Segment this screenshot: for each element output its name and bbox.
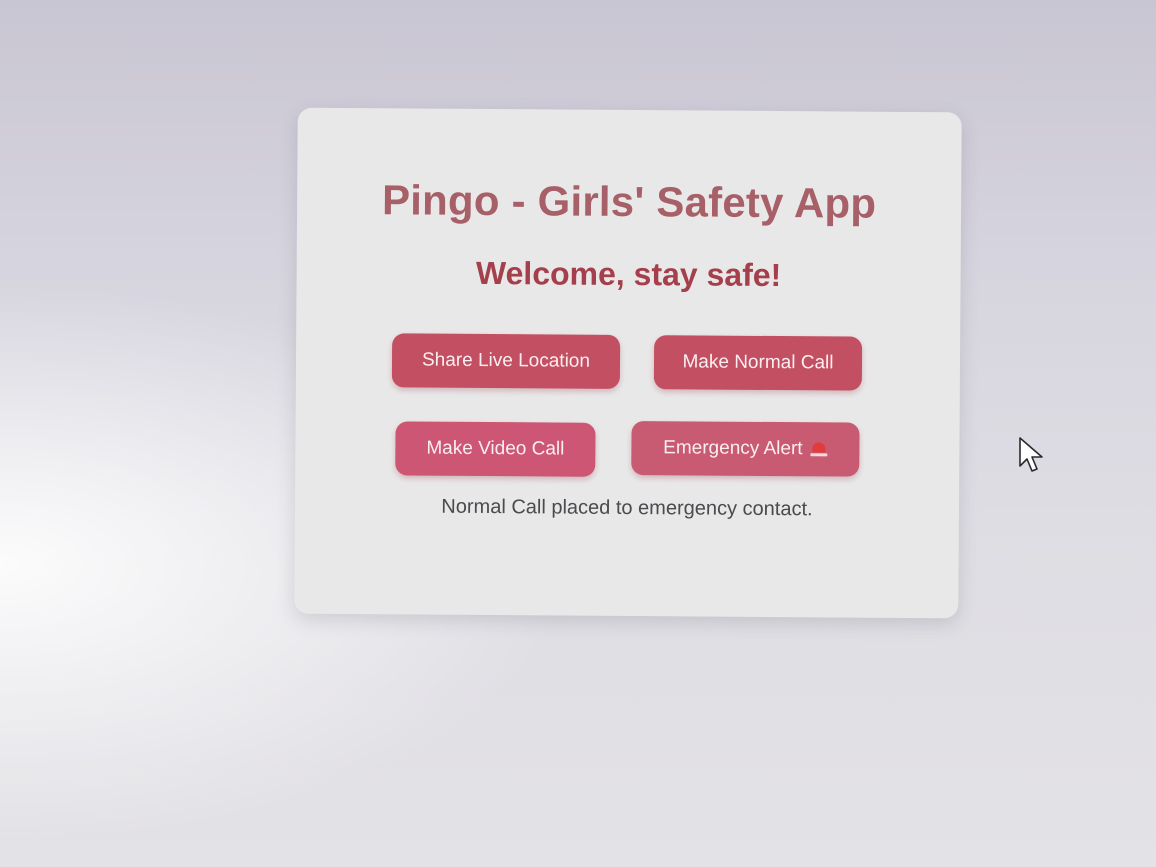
status-message: Normal Call placed to emergency contact. [441, 495, 813, 521]
welcome-subtitle: Welcome, stay safe! [475, 254, 782, 294]
mouse-cursor-icon [1019, 437, 1043, 472]
normal-call-button[interactable]: Make Normal Call [653, 335, 863, 391]
emergency-alert-button[interactable]: Emergency Alert [631, 421, 860, 477]
share-location-label: Share Live Location [421, 349, 591, 372]
video-call-button[interactable]: Make Video Call [395, 421, 596, 477]
app-title: Pingo - Girls' Safety App [381, 176, 877, 227]
normal-call-label: Make Normal Call [682, 351, 834, 374]
emergency-alert-label: Emergency Alert [663, 437, 803, 460]
siren-icon [811, 442, 828, 456]
app-card: Pingo - Girls' Safety App Welcome, stay … [294, 107, 962, 619]
share-location-button[interactable]: Share Live Location [391, 333, 621, 389]
video-call-label: Make Video Call [426, 437, 565, 460]
action-buttons: Share Live Location Make Normal Call Mak… [295, 333, 960, 498]
